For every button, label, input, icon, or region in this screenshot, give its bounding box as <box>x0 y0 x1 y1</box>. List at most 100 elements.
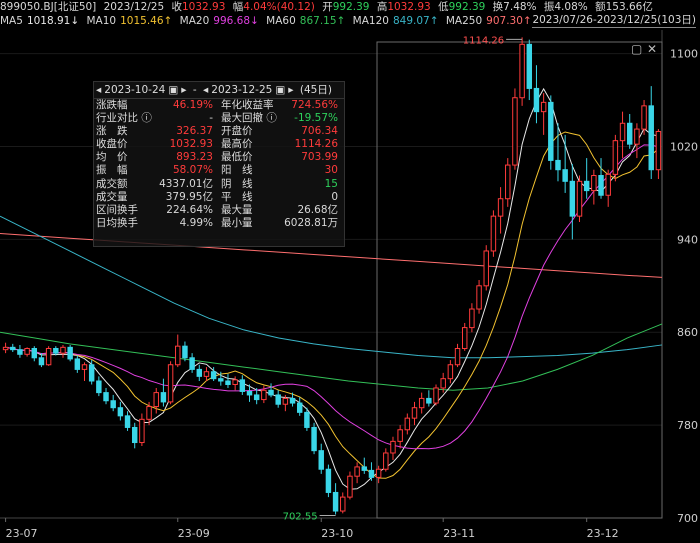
stats-table: 涨跌幅 46.19% 年化收益率 724.56% 行业对比 ⓘ - 最大回撤 ⓘ -19.57… <box>94 99 344 230</box>
ma60-value: 867.15↑ <box>299 15 346 27</box>
candle-body <box>361 466 368 471</box>
candle-body <box>17 349 23 355</box>
candle-body <box>146 406 152 420</box>
candle-body <box>619 122 626 142</box>
stat-value: -19.57% <box>294 112 338 125</box>
ma60-label: MA60 <box>266 15 296 27</box>
candle-body <box>548 101 554 161</box>
candle-body <box>497 198 504 217</box>
amount-value: 153.66亿 <box>605 1 653 13</box>
candle-body <box>60 346 66 354</box>
stat-key: 最低价 <box>220 151 253 164</box>
interval-stats-panel: ◂ 2023-10-24 ▣ ▸ - ◂ 2023-12-25 ▣ ▸ (45日) 涨跌幅 4… <box>93 81 345 247</box>
candle-body <box>454 347 461 366</box>
stats-row: 振 幅 58.07% 阳 线 30 <box>94 164 344 177</box>
ma10-value: 1015.46↑ <box>120 15 173 27</box>
candle-body <box>189 357 195 370</box>
y-tick-label: 1100 <box>670 48 698 61</box>
candle-body <box>304 411 310 428</box>
candle-body <box>38 357 45 366</box>
candle-body <box>268 389 274 396</box>
stat-key: 最大量 <box>220 203 253 216</box>
candle-body <box>648 105 654 171</box>
candle-body <box>490 215 497 252</box>
candle-body <box>598 175 604 196</box>
candle-body <box>117 407 124 417</box>
x-tick-label: 23-12 <box>587 527 619 540</box>
turnover-value: 7.48% <box>503 1 537 13</box>
stat-key: 最高价 <box>220 138 253 151</box>
interval-date-row: ◂ 2023-10-24 ▣ ▸ - ◂ 2023-12-25 ▣ ▸ (45日) <box>94 82 344 99</box>
candle-body <box>354 466 360 477</box>
candle-body <box>555 159 561 171</box>
stats-row: 均 价 893.23 最低价 703.99 <box>94 151 344 164</box>
candle-body <box>576 180 583 217</box>
maximize-icon[interactable]: ▢ <box>631 42 642 56</box>
next-end-icon[interactable]: ▸ <box>288 84 293 96</box>
stat-key: 涨 跌 <box>96 125 128 138</box>
candle-body <box>110 400 116 409</box>
stats-row: 区间换手 224.64% 最大量 26.68亿 <box>94 204 344 217</box>
ma120-label: MA120 <box>352 15 389 27</box>
candle-body <box>469 308 475 329</box>
candle-body <box>131 426 138 444</box>
stat-value: 1114.26 <box>294 138 338 151</box>
pct-value: 4.04%(40.12) <box>243 1 315 13</box>
close-value: 1032.93 <box>182 1 226 13</box>
next-start-icon[interactable]: ▸ <box>181 84 186 96</box>
turnover-label: 换 <box>492 1 504 13</box>
candle-body <box>10 346 16 351</box>
stat-value: 724.56% <box>291 99 338 111</box>
pct-label: 幅 <box>232 1 244 13</box>
candle-body <box>476 285 482 310</box>
stat-key: 日均换手 <box>96 216 138 229</box>
candle-body <box>74 358 81 370</box>
low-label: 低 <box>438 1 449 13</box>
prev-start-icon[interactable]: ◂ <box>96 84 101 96</box>
stats-row: 日均换手 4.99% 最小量 6028.81万 <box>94 217 344 230</box>
close-icon[interactable]: ✕ <box>647 42 657 56</box>
candle-body <box>196 368 203 377</box>
calendar-icon[interactable]: ▣ <box>275 84 285 96</box>
prev-end-icon[interactable]: ◂ <box>203 84 208 96</box>
stat-value: 1032.93 <box>169 138 213 151</box>
stat-key: 涨跌幅 <box>96 99 128 111</box>
stat-value: 379.95亿 <box>165 190 213 203</box>
candle-body <box>512 97 518 166</box>
stat-value: 30 <box>324 164 338 177</box>
open-label: 开 <box>322 1 333 13</box>
candle-body <box>583 180 590 192</box>
candle-body <box>505 164 511 200</box>
ma5-label: MA5 <box>0 15 23 27</box>
end-date[interactable]: 2023-12-25 <box>211 84 272 96</box>
stat-key: 年化收益率 <box>220 99 274 111</box>
candle-body <box>96 380 102 394</box>
stat-key: 行业对比 ⓘ <box>96 112 152 125</box>
selection-box[interactable] <box>376 41 663 519</box>
candle-body <box>447 364 454 380</box>
candle-body <box>390 440 396 454</box>
stat-value: 4.99% <box>179 216 213 229</box>
candle-body <box>203 371 210 377</box>
candle-body <box>418 397 425 409</box>
stat-value: 15 <box>324 177 338 190</box>
stat-key: 最大回撤 ⓘ <box>220 112 277 125</box>
stat-key: 阴 线 <box>220 177 253 190</box>
candle-body <box>2 346 9 351</box>
stats-row: 涨跌幅 46.19% 年化收益率 724.56% <box>94 99 344 112</box>
ma20-label: MA20 <box>179 15 210 27</box>
candle-body <box>426 397 432 404</box>
candle-body <box>332 491 339 512</box>
start-date[interactable]: 2023-10-24 <box>104 84 165 96</box>
candle-body <box>526 43 533 89</box>
days-count: (45日) <box>299 84 332 96</box>
candle-body <box>289 397 296 404</box>
candle-body <box>175 345 181 366</box>
candle-body <box>81 364 88 370</box>
candle-body <box>562 169 568 182</box>
x-tick-label: 23-10 <box>321 527 353 540</box>
stat-value: 46.19% <box>172 99 213 111</box>
candle-body <box>411 407 418 419</box>
date-range-label[interactable]: 2023/07/26-2023/12/25(103日) <box>532 14 696 28</box>
calendar-icon[interactable]: ▣ <box>168 84 178 96</box>
